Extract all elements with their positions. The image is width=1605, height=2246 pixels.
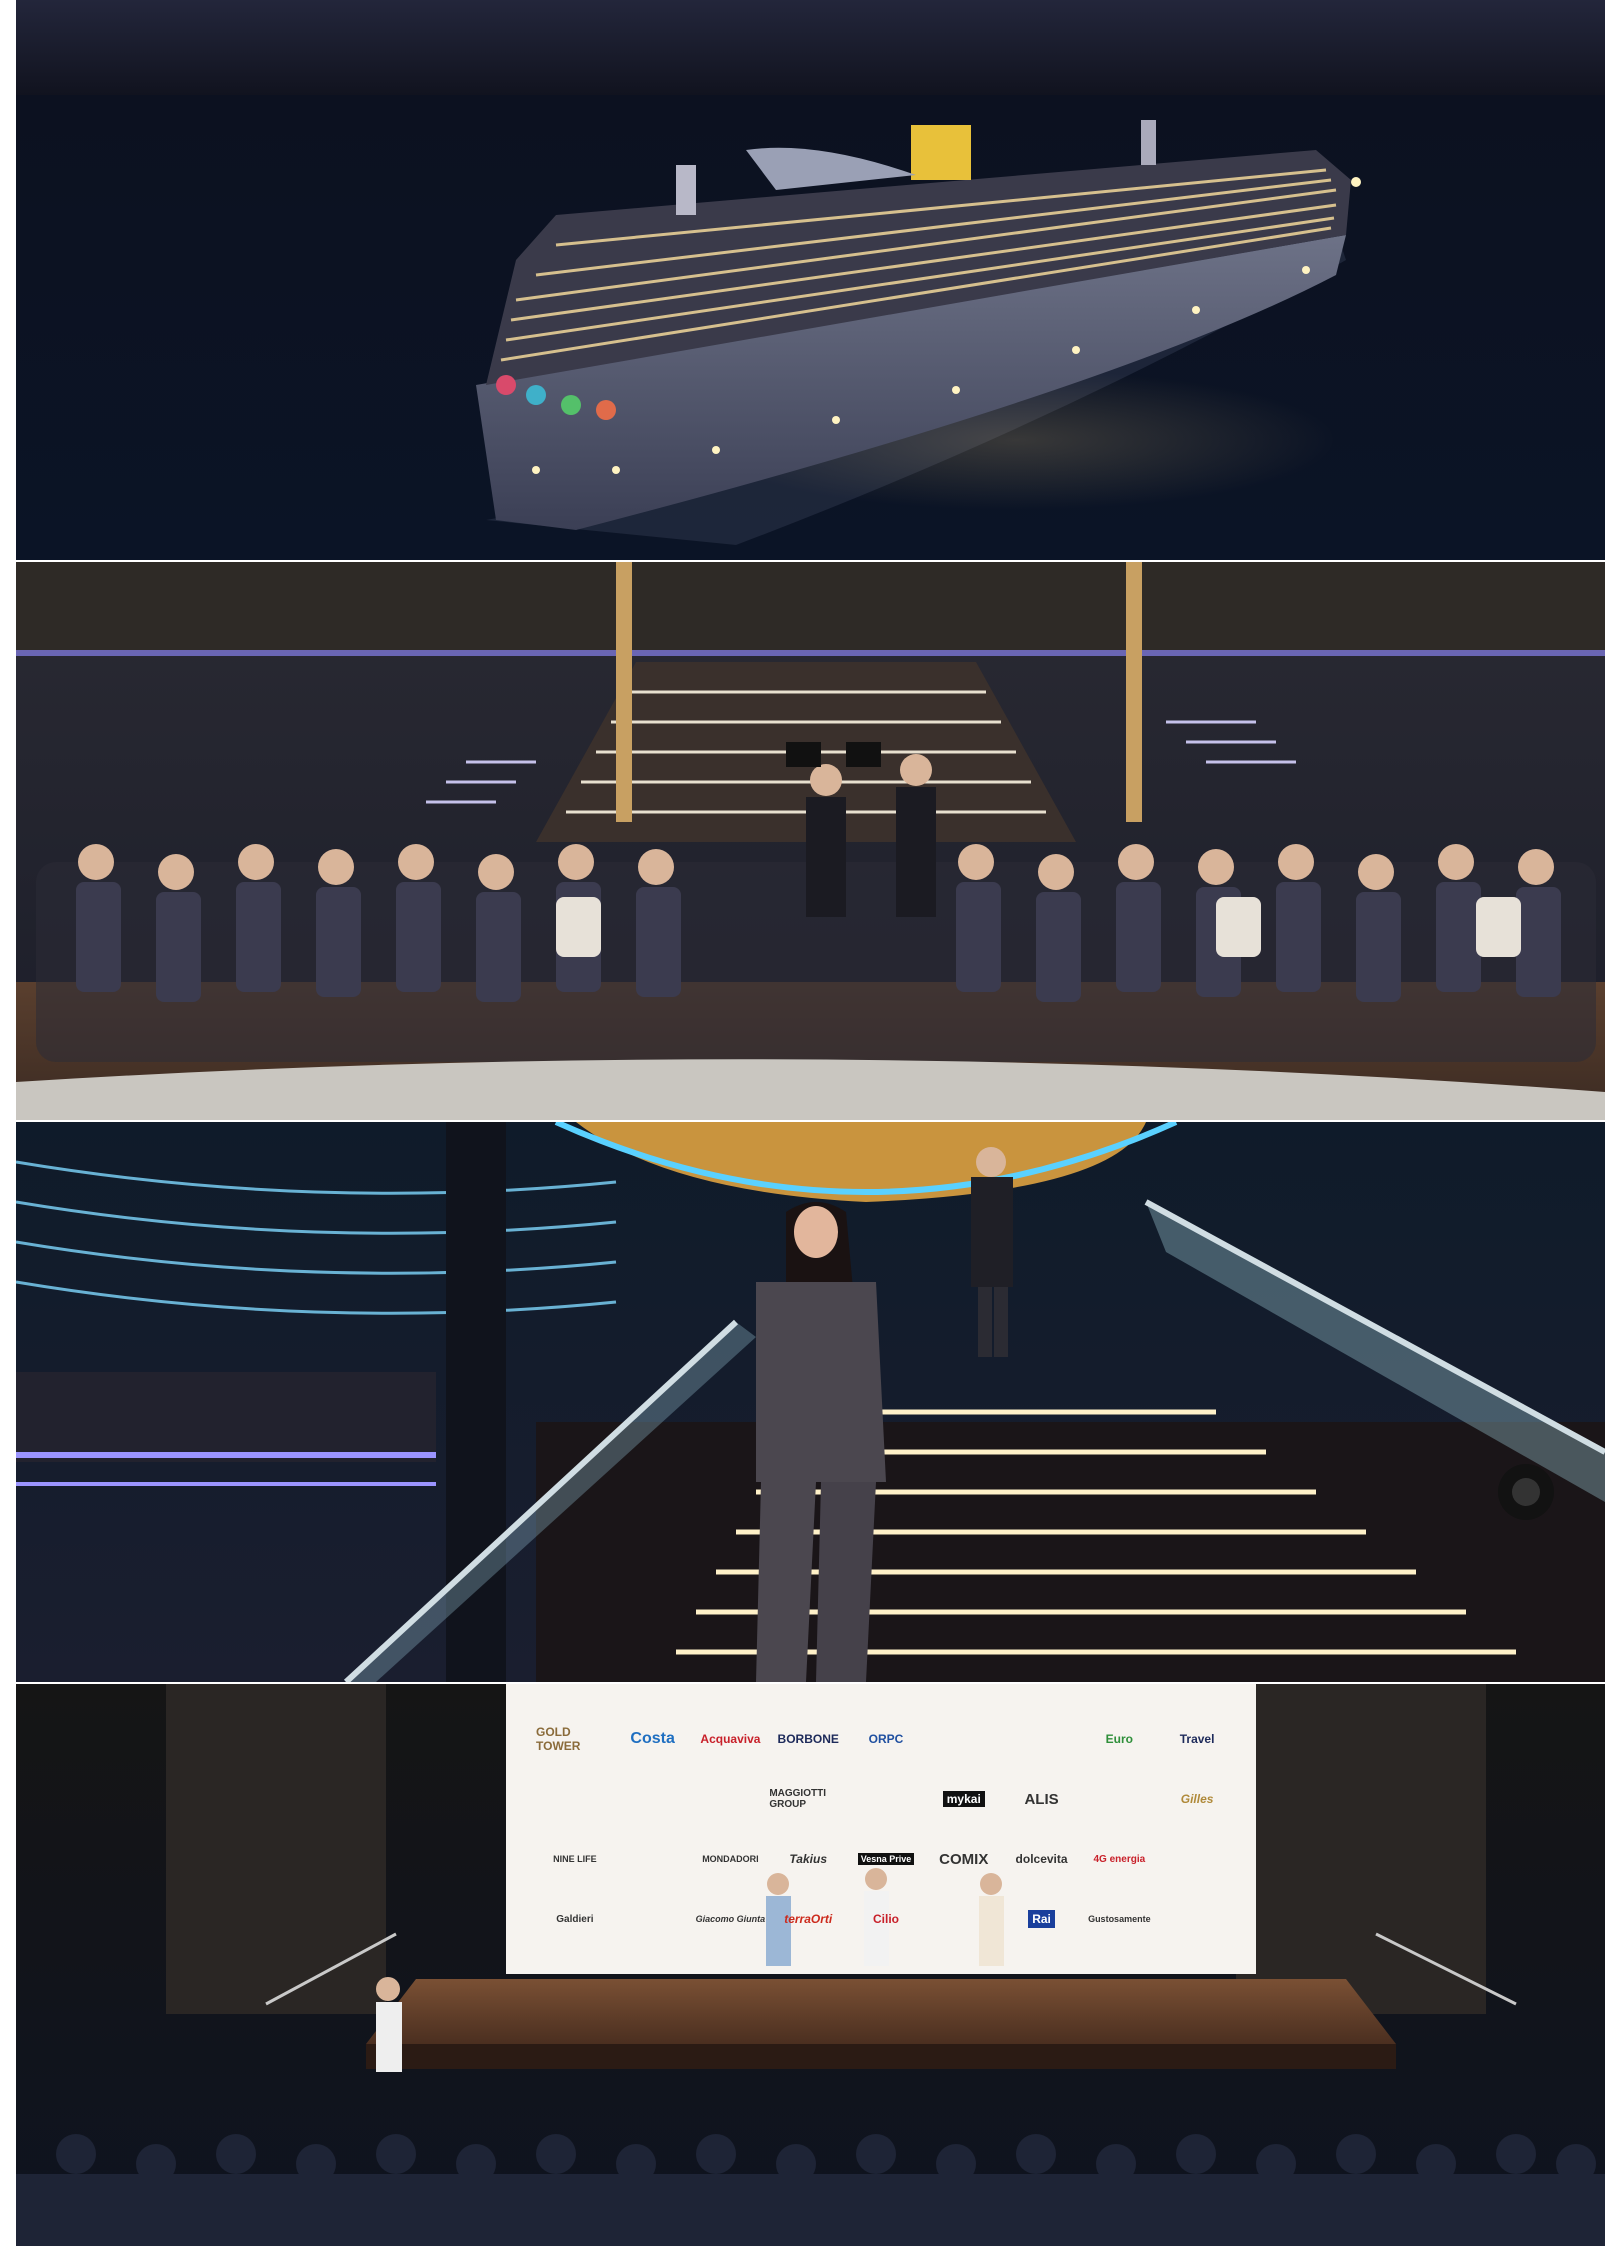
staircase-presenter-photo [16,1122,1605,1682]
sponsor-logo: GOLD TOWER [536,1725,581,1753]
sponsor-logo: Giacomo Giunta [695,1914,766,1924]
sponsor-logo-grid: GOLD TOWER Costa Acquaviva BORBONE ORPC … [536,1709,1236,1949]
sponsor-logo: Galdieri [556,1913,594,1925]
sponsor-logo: Gustosamente [1088,1914,1151,1924]
lit-staircase [536,1409,1605,1682]
sponsor-logo: Rai [1028,1910,1055,1928]
stage [366,1979,1396,2044]
sponsor-logo: Cilio [872,1912,899,1926]
sponsor-logo: Gilles [1180,1792,1214,1806]
audience-atrium-photo [16,562,1605,1120]
sponsor-logo: ORPC [868,1732,904,1746]
sponsor-logo: MONDADORI [702,1854,759,1864]
sponsor-logo: Vesna Prive [857,1853,915,1865]
ship-funnel [911,125,971,180]
sponsor-logo: NINE LIFE [553,1854,597,1864]
sponsor-logo: Costa [630,1730,675,1747]
sponsor-logo: Takius [789,1852,827,1866]
sponsor-logo: MAGGIOTTI GROUP [769,1788,826,1810]
sponsor-logo: ALIS [1024,1790,1059,1808]
stage-sponsor-photo: GOLD TOWER Costa Acquaviva BORBONE ORPC … [16,1684,1605,2246]
sponsor-logo: mykai [942,1791,985,1807]
cruise-ship-photo [16,0,1605,560]
sponsor-logo: 4G energia [1093,1853,1146,1865]
sponsor-logo: BORBONE [777,1732,839,1746]
sponsor-logo: Acquaviva [700,1732,761,1746]
sponsor-logo: dolcevita [1015,1852,1068,1866]
sponsor-logo: Euro [1105,1732,1133,1746]
sponsor-logo: terraOrti [784,1912,833,1926]
audience-silhouettes [16,2134,1605,2246]
sponsor-logo: Travel [1179,1732,1215,1746]
sponsor-logo: COMIX [939,1850,989,1868]
